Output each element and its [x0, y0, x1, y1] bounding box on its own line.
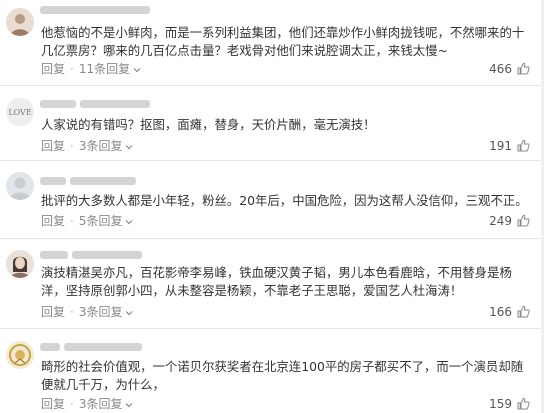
- comment-item: LOVE 人家说的有错吗？抠图，面瘫，替身，天价片酬，毫无演技！ 回复 · 3条回复…: [0, 85, 544, 161]
- reply-count-label: 3条回复: [78, 305, 123, 319]
- reply-count-label: 3条回复: [78, 139, 123, 153]
- thumbs-up-icon[interactable]: [517, 214, 530, 227]
- comment-text: 他惹恼的不是小鲜肉，而是一系列利益集团，他们还靠炒作小鲜肉拢钱呢，不然哪来的十几…: [41, 25, 525, 58]
- thumbs-up-icon[interactable]: [517, 62, 530, 75]
- reply-count-link[interactable]: 3条回复: [79, 139, 134, 153]
- reply-button[interactable]: 回复: [41, 62, 65, 76]
- reply-count-label: 5条回复: [78, 214, 123, 228]
- comment-footer: 回复 · 3条回复 166: [41, 304, 536, 320]
- comment-text: 批评的大多数人都是小年轻，粉丝。20年后，中国危险，因为这帮人没信仰，三观不正。: [41, 193, 528, 208]
- chevron-down-icon: [126, 402, 133, 407]
- reply-count-link[interactable]: 3条回复: [79, 305, 134, 319]
- like-count: 159: [489, 397, 512, 411]
- user-avatar[interactable]: [6, 8, 34, 36]
- reply-button[interactable]: 回复: [41, 397, 65, 411]
- reply-count-label: 3条回复: [78, 397, 123, 411]
- thumbs-up-icon[interactable]: [517, 139, 530, 152]
- reply-count-link[interactable]: 3条回复: [79, 397, 134, 411]
- chevron-down-icon: [126, 219, 133, 224]
- comment-footer: 回复 · 5条回复 249: [41, 213, 536, 229]
- chevron-down-icon: [126, 310, 133, 315]
- comment-item: 批评的大多数人都是小年轻，粉丝。20年后，中国危险，因为这帮人没信仰，三观不正。…: [0, 160, 544, 239]
- reply-count-link[interactable]: 5条回复: [79, 214, 134, 228]
- thumbs-up-icon[interactable]: [517, 305, 530, 318]
- reply-count-label: 11条回复: [78, 62, 131, 76]
- username-blurred[interactable]: [40, 250, 142, 262]
- comment-item: 他惹恼的不是小鲜肉，而是一系列利益集团，他们还靠炒作小鲜肉拢钱呢，不然哪来的十几…: [0, 0, 544, 86]
- like-count: 166: [489, 305, 512, 319]
- comment-footer: 回复 · 11条回复 466: [41, 61, 536, 77]
- comment-item: 演技精湛吴亦凡，百花影帝李易峰，铁血硬汉黄子韬，男儿本色看鹿晗，不用替身是杨洋，…: [0, 238, 544, 329]
- portrait-avatar[interactable]: [6, 250, 34, 278]
- love-avatar[interactable]: LOVE: [6, 98, 34, 126]
- reply-button[interactable]: 回复: [41, 214, 65, 228]
- username-blurred[interactable]: [40, 342, 142, 354]
- like-count: 249: [489, 214, 512, 228]
- comment-item: 畸形的社会价值观，一个诺贝尔获奖者在北京连100平的房子都买不了，而一个演员却随…: [0, 328, 544, 413]
- thumbs-up-icon[interactable]: [517, 397, 530, 410]
- username-blurred[interactable]: [40, 5, 150, 17]
- chevron-down-icon: [133, 67, 141, 72]
- chevron-down-icon: [126, 144, 133, 149]
- like-count: 191: [489, 139, 512, 153]
- comment-footer: 回复 · 3条回复 159: [41, 396, 536, 412]
- comment-text: 演技精湛吴亦凡，百花影帝李易峰，铁血硬汉黄子韬，男儿本色看鹿晗，不用替身是杨洋，…: [41, 265, 512, 298]
- comment-footer: 回复 · 3条回复 191: [41, 138, 536, 154]
- comment-text: 畸形的社会价值观，一个诺贝尔获奖者在北京连100平的房子都买不了，而一个演员却随…: [41, 359, 524, 392]
- default-avatar[interactable]: [6, 172, 34, 200]
- reply-button[interactable]: 回复: [41, 305, 65, 319]
- reply-count-link[interactable]: 11条回复: [79, 62, 141, 76]
- reply-button[interactable]: 回复: [41, 139, 65, 153]
- like-count: 466: [489, 62, 512, 76]
- username-blurred[interactable]: [40, 99, 150, 111]
- svg-text:LOVE: LOVE: [8, 108, 32, 117]
- username-blurred[interactable]: [40, 176, 136, 188]
- comment-text: 人家说的有错吗？抠图，面瘫，替身，天价片酬，毫无演技！: [41, 117, 376, 132]
- emblem-avatar[interactable]: [6, 341, 34, 369]
